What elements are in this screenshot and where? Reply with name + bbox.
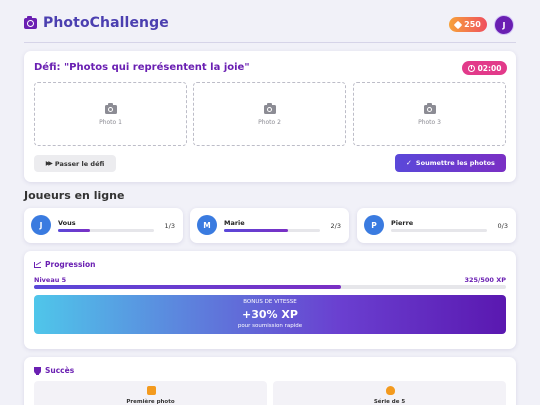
skip-label: Passer le défi [54, 159, 105, 168]
chart-line-icon [34, 261, 41, 268]
photo-slot-3[interactable]: Photo 3 [353, 82, 506, 146]
user-avatar[interactable]: J [494, 15, 514, 35]
level-label: Niveau 5 [34, 276, 67, 284]
challenge-card: Défi: "Photos qui représentent la joie" … [24, 51, 516, 182]
photo-slot-2[interactable]: Photo 2 [193, 82, 346, 146]
player-card[interactable]: M Marie 2/3 [190, 208, 349, 243]
photo-slot-label: Photo 3 [418, 118, 441, 126]
coins-count: 250 [464, 20, 481, 29]
app-logo[interactable]: PhotoChallenge [24, 15, 169, 31]
app-title: PhotoChallenge [43, 15, 169, 31]
progression-card: Progression Niveau 5 325/500 XP BONUS DE… [24, 251, 516, 349]
player-progress-fill [224, 229, 289, 232]
camera-icon [146, 386, 156, 395]
progression-title: Progression [34, 260, 96, 269]
bonus-kicker: BONUS DE VITESSE [243, 299, 297, 305]
xp-label: 325/500 XP [464, 276, 506, 284]
avatar: M [197, 215, 217, 235]
coins-badge[interactable]: 250 [449, 17, 487, 32]
camera-icon [263, 102, 276, 114]
camera-icon [104, 102, 117, 114]
challenge-title: Défi: "Photos qui représentent la joie" [34, 62, 250, 73]
player-name: Marie [224, 219, 245, 227]
photo-slot-label: Photo 2 [258, 118, 281, 126]
player-score: 1/3 [164, 222, 175, 230]
avatar: P [364, 215, 384, 235]
photo-slot-label: Photo 1 [99, 118, 122, 126]
player-card[interactable]: P Pierre 0/3 [357, 208, 516, 243]
timer-value: 02:00 [477, 63, 502, 73]
player-score: 0/3 [497, 222, 508, 230]
timer-badge: 02:00 [462, 61, 507, 75]
flame-icon [385, 386, 395, 395]
gem-icon [453, 20, 463, 29]
achievement-badge[interactable]: Première photo [34, 381, 267, 405]
success-title-text: Succès [45, 366, 75, 375]
camera-icon [24, 15, 37, 29]
achievement-label: Série de 5 [373, 399, 406, 405]
player-card[interactable]: J Vous 1/3 [24, 208, 183, 243]
achievement-label: Première photo [126, 399, 175, 405]
player-progress-track [58, 229, 154, 232]
success-title: Succès [34, 366, 74, 375]
player-name: Vous [58, 219, 76, 227]
player-progress-track [391, 229, 487, 232]
speed-bonus-banner: BONUS DE VITESSE +30% XP pour soumission… [34, 295, 506, 334]
header-divider [24, 42, 516, 43]
xp-progress-fill [34, 285, 341, 289]
xp-progress-track [34, 285, 506, 289]
bonus-value: +30% XP [242, 308, 298, 321]
submit-photos-button[interactable]: ✓ Soumettre les photos [395, 154, 506, 172]
submit-label: Soumettre les photos [415, 159, 495, 167]
photo-slot-1[interactable]: Photo 1 [34, 82, 187, 146]
player-progress-fill [58, 229, 90, 232]
bonus-subtitle: pour soumission rapide [237, 323, 303, 329]
player-name: Pierre [391, 219, 414, 227]
camera-icon [423, 102, 436, 114]
progression-title-text: Progression [45, 260, 96, 269]
clock-icon [467, 64, 475, 72]
top-bar: PhotoChallenge 250 J [0, 0, 540, 46]
avatar: J [31, 215, 51, 235]
online-players-title: Joueurs en ligne [24, 189, 125, 202]
player-progress-track [224, 229, 320, 232]
achievement-badge[interactable]: Série de 5 [273, 381, 506, 405]
check-icon: ✓ [406, 159, 412, 167]
trophy-icon [34, 367, 41, 375]
success-card: Succès Première photo Série de 5 [24, 357, 516, 405]
skip-challenge-button[interactable]: ▶▶ Passer le défi [34, 155, 116, 172]
player-score: 2/3 [330, 222, 341, 230]
fast-forward-icon: ▶▶ [45, 160, 53, 167]
